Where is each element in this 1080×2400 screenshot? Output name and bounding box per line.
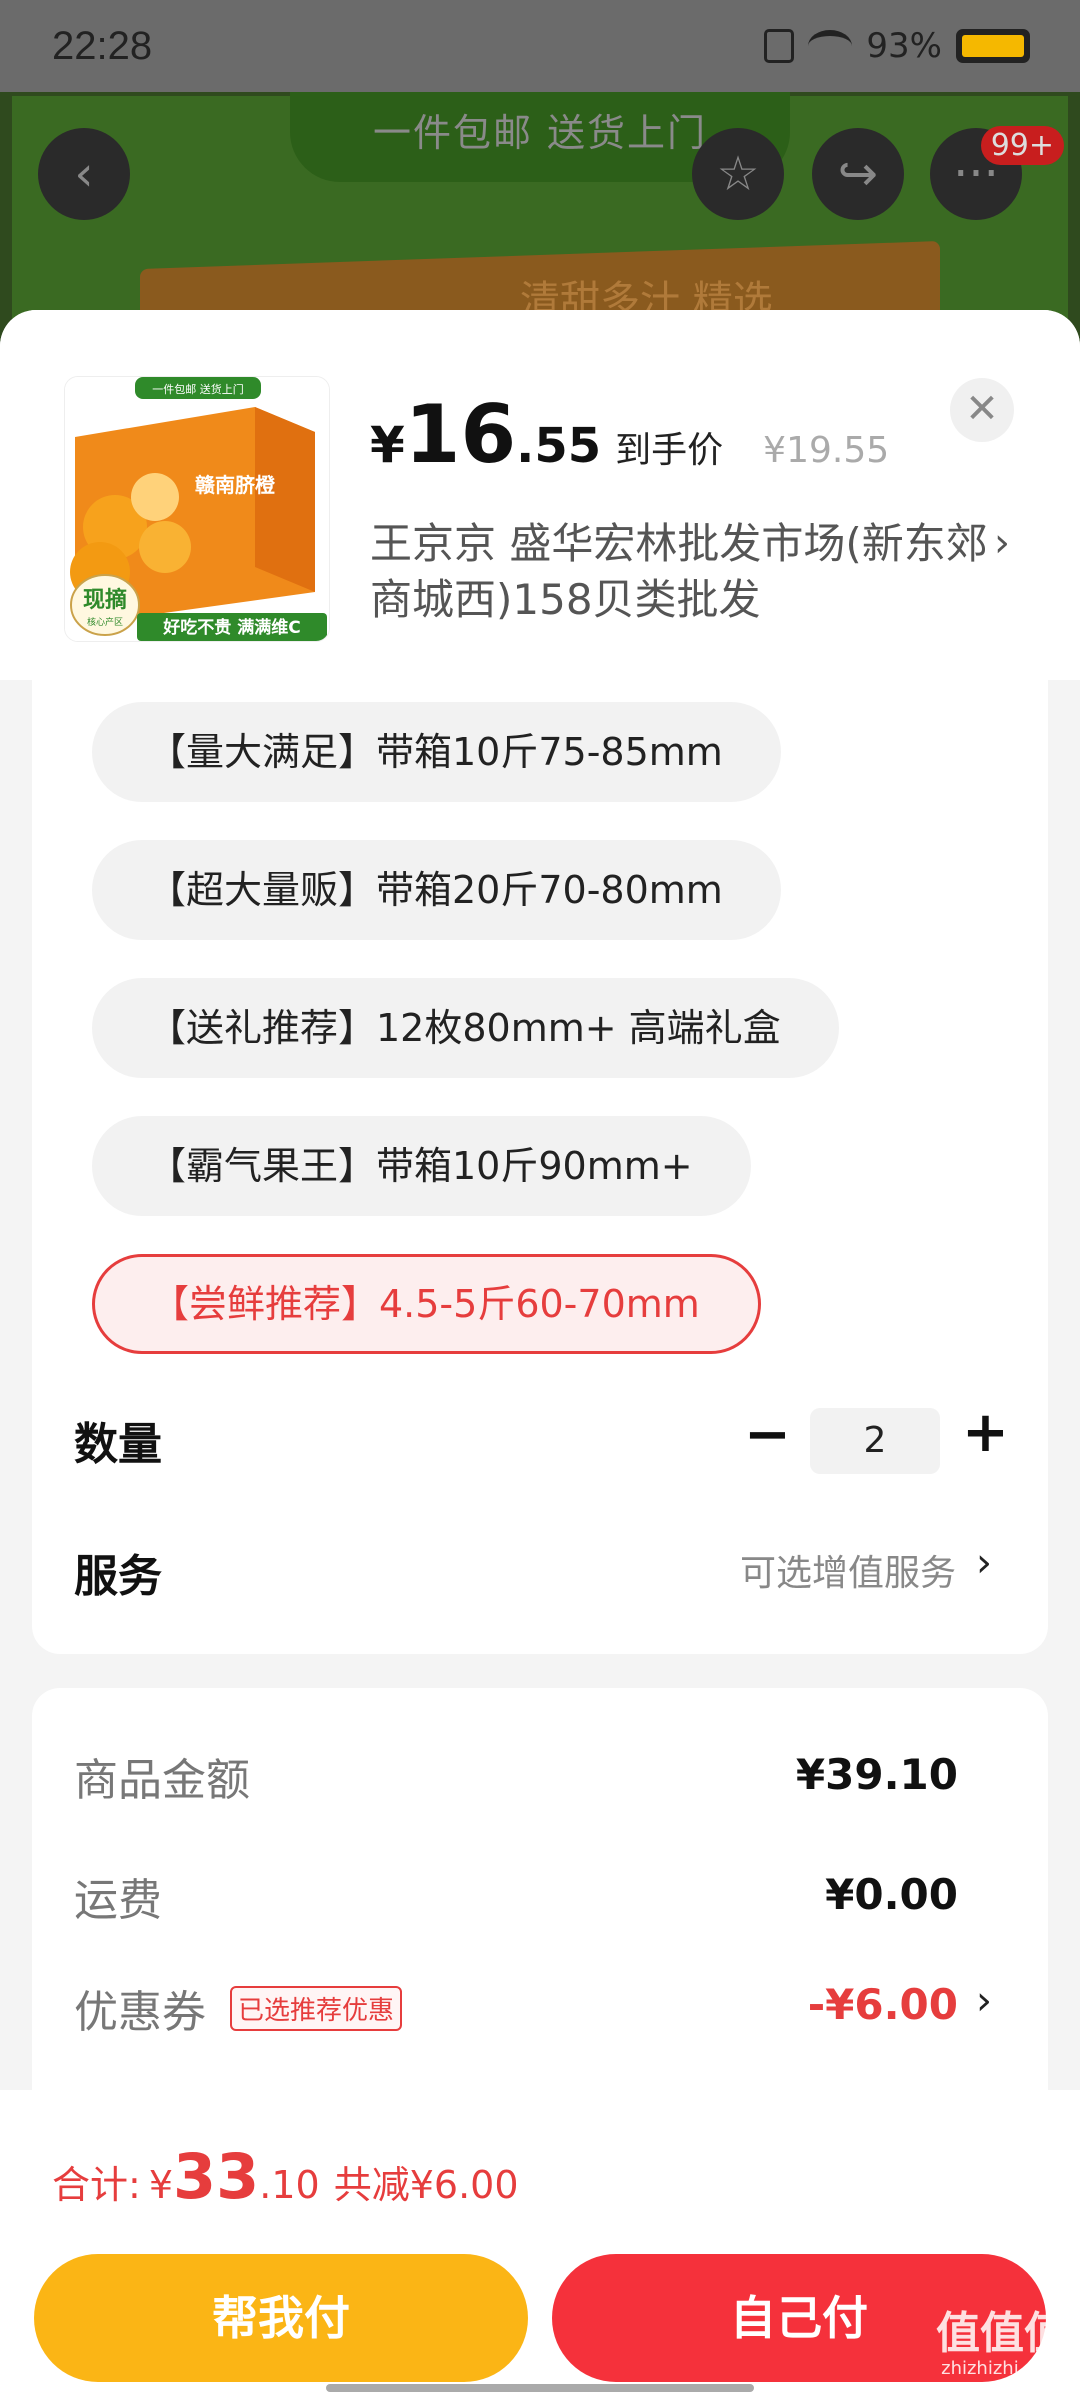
- coupon-value[interactable]: -¥6.00: [808, 1980, 958, 2029]
- option-chip-selected[interactable]: 【尝鲜推荐】4.5-5斤60-70mm: [92, 1254, 761, 1354]
- price-decimal: .55: [516, 418, 602, 474]
- share-icon: ↪: [837, 146, 879, 202]
- status-indicators: 93%: [764, 26, 1030, 66]
- purchase-sheet: 一件包邮 送货上门 赣南脐橙 现摘 核心产区 好吃不贵 满满维C ¥ 16 .5…: [0, 310, 1080, 2400]
- thumb-top-text: 一件包邮 送货上门: [152, 382, 244, 396]
- watermark-main: 值值值: [936, 2308, 1068, 2359]
- price-label: 到手价: [615, 430, 724, 471]
- service-label: 服务: [74, 1551, 162, 1602]
- quantity-label: 数量: [74, 1419, 162, 1470]
- total-row: 合计: ¥ 33 .10 共减¥6.00: [52, 2140, 519, 2213]
- watermark: 值值值 zhizhizhi.com: [936, 2310, 1068, 2380]
- shipping-value: ¥0.00: [825, 1870, 958, 1919]
- coupon-label: 优惠券: [74, 1987, 206, 2038]
- back-button[interactable]: ‹: [38, 128, 130, 220]
- shipping-label: 运费: [74, 1875, 162, 1926]
- coupon-tag: 已选推荐优惠: [230, 1986, 403, 2031]
- thumb-slogan: 好吃不贵 满满维C: [162, 617, 300, 638]
- seller-name[interactable]: 王京京 盛华宏林批发市场(新东郊商城西)158贝类批发: [370, 516, 990, 628]
- price-integer: 16: [404, 388, 517, 481]
- original-price: ¥19.55: [763, 430, 890, 471]
- close-icon: ✕: [965, 386, 999, 432]
- options-card: 【量大满足】带箱10斤75-85mm 【超大量贩】带箱20斤70-80mm 【送…: [32, 680, 1048, 1654]
- chevron-right-icon[interactable]: ›: [976, 1540, 992, 1586]
- total-label: 合计:: [52, 2163, 141, 2207]
- price-currency: ¥: [370, 416, 405, 474]
- status-bar: 22:28 93%: [0, 0, 1080, 92]
- quantity-increment-button[interactable]: +: [962, 1400, 1009, 1465]
- chevron-right-icon[interactable]: ›: [994, 520, 1010, 566]
- goods-amount-value: ¥39.10: [795, 1750, 958, 1799]
- thumb-brand: 赣南脐橙: [195, 473, 276, 497]
- star-icon: ☆: [716, 146, 760, 202]
- share-button[interactable]: ↪: [812, 128, 904, 220]
- option-chip[interactable]: 【超大量贩】带箱20斤70-80mm: [92, 840, 781, 940]
- wifi-icon: [808, 30, 853, 62]
- goods-amount-label: 商品金额: [74, 1755, 250, 1806]
- close-button[interactable]: ✕: [950, 378, 1014, 442]
- thumb-stamp-sub: 核心产区: [87, 616, 123, 628]
- battery-icon: [956, 29, 1030, 63]
- back-icon: ‹: [74, 146, 94, 202]
- sim-icon: [764, 29, 795, 63]
- watermark-sub: zhizhizhi.com: [941, 2358, 1063, 2379]
- price-row: ¥ 16 .55 到手价 ¥19.55: [370, 388, 889, 481]
- total-integer: 33: [173, 2140, 260, 2213]
- message-badge: 99+: [980, 126, 1064, 165]
- total-currency: ¥: [148, 2163, 173, 2207]
- product-thumbnail[interactable]: 一件包邮 送货上门 赣南脐橙 现摘 核心产区 好吃不贵 满满维C: [64, 376, 330, 642]
- option-chip[interactable]: 【量大满足】带箱10斤75-85mm: [92, 702, 781, 802]
- sheet-header: 一件包邮 送货上门 赣南脐橙 现摘 核心产区 好吃不贵 满满维C ¥ 16 .5…: [0, 310, 1080, 680]
- service-value[interactable]: 可选增值服务: [740, 1544, 956, 1596]
- help-me-pay-button[interactable]: 帮我付: [34, 2254, 528, 2382]
- battery-percent: 93%: [866, 26, 942, 66]
- favorite-button[interactable]: ☆: [692, 128, 784, 220]
- status-time: 22:28: [52, 24, 153, 68]
- chevron-right-icon[interactable]: ›: [976, 1978, 992, 2024]
- thumb-stamp: 现摘: [83, 587, 127, 613]
- total-decimal: .10: [259, 2163, 320, 2207]
- total-reduction: 共减¥6.00: [333, 2163, 519, 2207]
- home-indicator[interactable]: [326, 2384, 754, 2392]
- quantity-input[interactable]: 2: [810, 1408, 940, 1474]
- quantity-decrement-button[interactable]: −: [744, 1402, 791, 1467]
- option-chip[interactable]: 【送礼推荐】12枚80mm+ 高端礼盒: [92, 978, 839, 1078]
- option-chip[interactable]: 【霸气果王】带箱10斤90mm+: [92, 1116, 751, 1216]
